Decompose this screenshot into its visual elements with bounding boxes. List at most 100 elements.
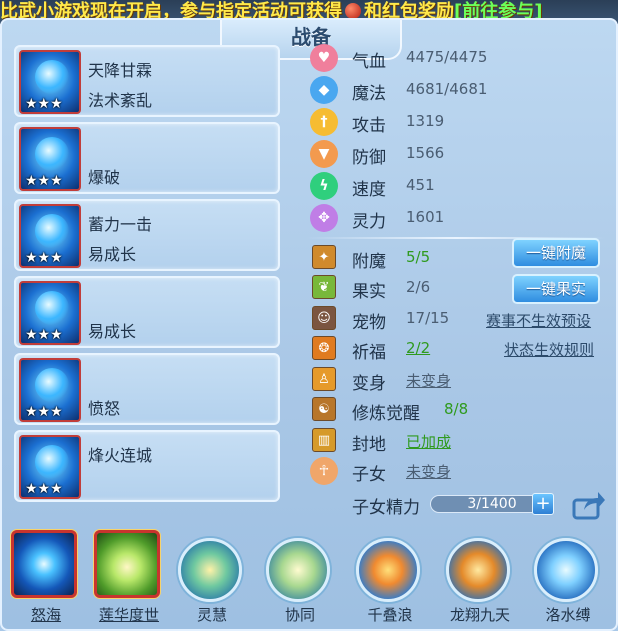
fief-icon: ▥ xyxy=(312,428,336,452)
state-label: 附魔 xyxy=(352,252,386,272)
enchant-icon: ✦ xyxy=(312,245,336,269)
stat-row-hp: ♥ 气血 4475/4475 xyxy=(308,43,608,73)
bottom-skill-label: 怒海 xyxy=(30,606,61,624)
stat-label: 防御 xyxy=(352,148,386,168)
state-value: 2/6 xyxy=(406,278,431,296)
stat-row-mp: ◆ 魔法 4681/4681 xyxy=(308,75,608,105)
helmet-skill-icon: ★★★ xyxy=(19,127,81,191)
staff-skill-icon: ★★★ xyxy=(19,50,81,114)
wave-icon xyxy=(356,538,420,602)
wisdom-icon xyxy=(178,538,242,602)
bottom-skill-slot[interactable]: 千叠浪 xyxy=(350,530,430,628)
cooperate-icon xyxy=(266,538,330,602)
one-click-enchant-button[interactable]: 一键附魔 xyxy=(512,238,600,268)
state-label: 果实 xyxy=(352,282,386,302)
effective-rules-link[interactable]: 状态生效规则 xyxy=(504,339,594,360)
star-rating: ★★★ xyxy=(25,250,63,266)
child-icon: ☥ xyxy=(310,457,338,485)
skill-name: 天降甘霖 xyxy=(88,61,153,80)
stat-row-attack: † 攻击 1319 xyxy=(308,107,608,137)
state-label: 变身 xyxy=(352,374,386,394)
skill-card[interactable]: ★★★ 蓄力一击 易成长 xyxy=(14,199,280,271)
state-value[interactable]: 未变身 xyxy=(406,461,451,482)
state-value: 5/5 xyxy=(406,248,431,266)
ring-skill-icon: ★★★ xyxy=(19,358,81,422)
state-value[interactable]: 2/2 xyxy=(406,339,430,357)
one-click-fruit-button[interactable]: 一键果实 xyxy=(512,274,600,304)
state-label: 祈福 xyxy=(352,343,386,363)
star-rating: ★★★ xyxy=(25,96,63,112)
state-label: 子女 xyxy=(352,465,386,485)
bottom-skill-slot[interactable]: 怒海 xyxy=(6,530,86,628)
skill-name: 易成长 xyxy=(88,245,137,264)
stat-label: 速度 xyxy=(352,180,386,200)
skill-card[interactable]: ★★★ 烽火连城 xyxy=(14,430,280,502)
red-envelope-icon xyxy=(345,3,361,19)
star-rating: ★★★ xyxy=(25,173,63,189)
state-label: 宠物 xyxy=(352,313,386,333)
pet-icon: ☺ xyxy=(312,306,336,330)
bottom-skill-slot[interactable]: 洛水缚 xyxy=(528,530,608,628)
shield-icon: ▼ xyxy=(310,140,338,168)
stat-value: 1319 xyxy=(406,112,445,130)
stat-value: 4475/4475 xyxy=(406,48,488,66)
stat-row-spirit: ✥ 灵力 1601 xyxy=(308,203,608,233)
state-row-fief[interactable]: ▥ 封地 已加成 xyxy=(308,426,608,456)
bottom-skill-slot[interactable]: 龙翔九天 xyxy=(440,530,520,628)
skill-name: 蓄力一击 xyxy=(88,215,153,234)
blessing-icon: ❂ xyxy=(312,336,336,360)
fire-skill-icon: ★★★ xyxy=(19,435,81,499)
star-rating: ★★★ xyxy=(25,327,63,343)
stat-value: 1566 xyxy=(406,144,445,162)
state-row-transform[interactable]: ♙ 变身 未变身 xyxy=(308,365,608,395)
skill-card[interactable]: ★★★ 天降甘霖 法术紊乱 xyxy=(14,45,280,117)
speed-icon: ϟ xyxy=(310,172,338,200)
state-value[interactable]: 未变身 xyxy=(406,370,451,391)
state-value: 8/8 xyxy=(444,400,469,418)
non-effective-preset-link[interactable]: 赛事不生效预设 xyxy=(486,310,591,331)
child-energy-label: 子女精力 xyxy=(352,498,420,518)
skill-card[interactable]: ★★★ 愤怒 xyxy=(14,353,280,425)
transform-icon: ♙ xyxy=(312,367,336,391)
skill-card[interactable]: ★★★ 爆破 xyxy=(14,122,280,194)
bottom-skill-label: 龙翔九天 xyxy=(449,606,510,624)
skill-list: ★★★ 天降甘霖 法术紊乱 ★★★ 爆破 ★★★ 蓄力一击 易成长 ★★★ 易成… xyxy=(14,45,280,507)
stat-value: 4681/4681 xyxy=(406,80,488,98)
stat-label: 气血 xyxy=(352,52,386,72)
bottom-skill-bar: 怒海 莲华度世 灵慧 协同 千叠浪 龙翔九天 洛水缚 xyxy=(0,526,618,631)
share-icon[interactable] xyxy=(572,490,606,520)
star-rating: ★★★ xyxy=(25,404,63,420)
skill-name: 烽火连城 xyxy=(88,446,153,465)
stat-row-defense: ▼ 防御 1566 xyxy=(308,139,608,169)
awaken-icon: ☯ xyxy=(312,397,336,421)
stat-value: 1601 xyxy=(406,208,445,226)
bottom-skill-slot[interactable]: 莲华度世 xyxy=(89,530,169,628)
stat-label: 灵力 xyxy=(352,212,386,232)
mana-icon: ◆ xyxy=(310,76,338,104)
bottom-skill-label: 洛水缚 xyxy=(545,606,591,624)
state-value[interactable]: 已加成 xyxy=(406,431,451,452)
water-bind-icon xyxy=(534,538,598,602)
fruit-icon: ❦ xyxy=(312,275,336,299)
bottom-skill-slot[interactable]: 灵慧 xyxy=(172,530,252,628)
stat-label: 攻击 xyxy=(352,116,386,136)
sword-icon: † xyxy=(310,108,338,136)
heart-icon: ♥ xyxy=(310,44,338,72)
stat-value: 451 xyxy=(406,176,435,194)
state-row-awaken: ☯ 修炼觉醒 8/8 xyxy=(308,395,608,425)
spirit-icon: ✥ xyxy=(310,204,338,232)
stat-row-speed: ϟ 速度 451 xyxy=(308,171,608,201)
skill-name: 爆破 xyxy=(88,168,121,187)
stat-label: 魔法 xyxy=(352,84,386,104)
blue-orb-icon xyxy=(11,530,77,598)
add-energy-button[interactable]: + xyxy=(532,493,554,515)
bottom-skill-label: 千叠浪 xyxy=(367,606,413,624)
skill-name: 法术紊乱 xyxy=(88,91,153,110)
swirl-skill-icon: ★★★ xyxy=(19,281,81,345)
skill-card[interactable]: ★★★ 易成长 xyxy=(14,276,280,348)
bottom-skill-slot[interactable]: 协同 xyxy=(260,530,340,628)
lotus-hand-icon xyxy=(94,530,160,598)
star-rating: ★★★ xyxy=(25,481,63,497)
bottom-skill-label: 灵慧 xyxy=(196,606,227,624)
state-row-child[interactable]: ☥ 子女 未变身 xyxy=(308,456,608,486)
